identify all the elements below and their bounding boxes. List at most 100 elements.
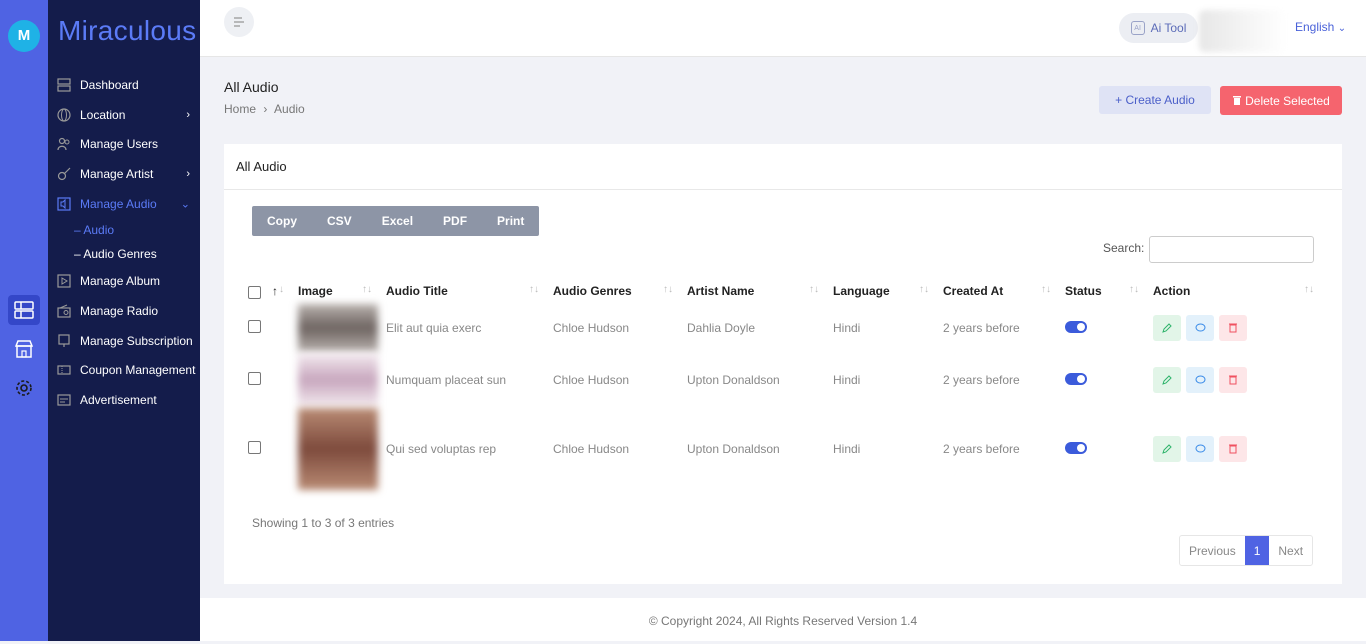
delete-button[interactable] [1219,314,1247,341]
sidebar-item-manage-artist[interactable]: Manage Artist › [48,159,200,189]
image-cell [290,304,378,352]
column-header-status[interactable]: Status ↑↓ [1057,278,1145,304]
sidebar-subitem-audio[interactable]: – Audio [48,218,200,242]
table-row: Numquam placeat sun Chloe Hudson Upton D… [240,352,1320,408]
sidebar-item-manage-users[interactable]: Manage Users [48,129,200,159]
export-copy-button[interactable]: Copy [252,206,312,236]
ai-icon: AI [1130,21,1145,35]
language-selector[interactable]: English ⌄ [1295,20,1346,34]
sidebar-subitem-audio-genres[interactable]: – Audio Genres [48,242,200,266]
sidebar-item-dashboard[interactable]: Dashboard [48,70,200,100]
audio-genre-cell: Chloe Hudson [553,442,630,456]
select-all-header [240,278,262,304]
users-icon [56,136,72,152]
status-toggle[interactable] [1065,441,1087,454]
column-header-audio-genres[interactable]: Audio Genres ↑↓ [545,278,679,304]
ai-tool-button[interactable]: AI Ai Tool [1119,13,1198,43]
table-header-row: ↑ ↓ Image ↑↓ Audio Title ↑↓ Audio Genres ↑↓ … [240,278,1320,304]
edit-button[interactable] [1153,367,1181,394]
column-header-artist-name[interactable]: Artist Name ↑↓ [679,278,825,304]
edit-button[interactable] [1153,436,1181,463]
sidebar-item-advertisement[interactable]: Advertisement [48,385,200,415]
chevron-right-icon: › [186,167,190,180]
breadcrumb-home[interactable]: Home [224,102,256,116]
delete-button[interactable] [1219,366,1247,393]
audio-icon [56,196,72,212]
column-header-language[interactable]: Language ↑↓ [825,278,935,304]
column-header-audio-title[interactable]: Audio Title ↑↓ [378,278,545,304]
export-excel-button[interactable]: Excel [367,206,428,236]
sort-icon: ↑↓ [809,284,819,295]
breadcrumb: Home › Audio [224,102,305,116]
delete-selected-button[interactable]: Delete Selected [1220,86,1342,115]
comment-button[interactable] [1186,436,1214,463]
select-all-checkbox[interactable] [248,286,261,299]
column-header-created-at[interactable]: Created At ↑↓ [935,278,1057,304]
export-pdf-button[interactable]: PDF [428,206,482,236]
audio-thumbnail[interactable] [298,304,378,352]
language-cell: Hindi [833,321,861,335]
sidebar-item-label: Manage Users [80,137,159,152]
delete-selected-label: Delete Selected [1245,93,1330,108]
column-header-index[interactable]: ↑ ↓ [262,278,290,304]
language-cell: Hindi [833,373,861,387]
sidebar-item-label: Dashboard [80,77,139,92]
edit-button[interactable] [1153,315,1181,342]
audio-thumbnail[interactable] [298,354,378,406]
artist-name-cell: Upton Donaldson [687,442,780,456]
sidebar-item-coupon-management[interactable]: Coupon Management [48,356,200,386]
pagination-next[interactable]: Next [1269,536,1312,565]
row-checkbox[interactable] [248,320,261,333]
sidebar-item-manage-album[interactable]: Manage Album [48,266,200,296]
sidebar-item-label: Coupon Management [80,363,196,378]
row-select-cell [240,304,262,352]
menu-toggle-button[interactable] [224,7,254,37]
sort-icon: ↑↓ [529,284,539,295]
artist-name-cell: Dahlia Doyle [687,321,756,335]
row-select-cell [240,408,262,490]
comment-icon [1195,375,1205,384]
sidebar-item-label: Manage Radio [80,303,159,318]
trash-icon [1229,323,1237,333]
column-header-image[interactable]: Image ↑↓ [290,278,378,304]
row-checkbox[interactable] [248,372,261,385]
dashboard-grid-icon[interactable] [8,295,40,325]
sidebar-item-label: Manage Subscription [80,333,193,348]
user-profile-avatar[interactable] [1199,10,1287,52]
comment-button[interactable] [1186,315,1214,342]
footer-copyright: © Copyright 2024, All Rights Reserved Ve… [200,598,1366,641]
row-checkbox[interactable] [248,441,261,454]
pencil-icon [1162,444,1172,455]
pagination-previous[interactable]: Previous [1180,536,1245,565]
search-label: Search: [1103,241,1145,255]
audio-genre-cell: Chloe Hudson [553,321,630,335]
export-print-button[interactable]: Print [482,206,539,236]
status-toggle[interactable] [1065,372,1087,385]
audio-thumbnail[interactable] [298,408,378,490]
page-title: All Audio [224,79,279,95]
icon-rail: M [0,0,48,641]
export-csv-button[interactable]: CSV [312,206,367,236]
sidebar-item-manage-radio[interactable]: Manage Radio [48,296,200,326]
status-cell [1057,352,1145,408]
sidebar-item-manage-audio[interactable]: Manage Audio ⌄ [48,189,200,219]
artist-name-cell: Upton Donaldson [687,373,780,387]
trash-icon [1233,96,1242,105]
sidebar-item-label: Location [80,107,126,122]
status-toggle[interactable] [1065,320,1087,333]
pagination: Previous 1 Next [1179,535,1314,566]
create-audio-button[interactable]: + Create Audio [1099,86,1211,114]
store-icon[interactable] [8,334,40,364]
comment-button[interactable] [1186,367,1214,394]
created-at-cell: 2 years before [943,373,1020,387]
pagination-page-1[interactable]: 1 [1244,536,1270,565]
action-cell [1145,352,1320,408]
sidebar-item-location[interactable]: Location › [48,100,200,130]
column-header-action[interactable]: Action ↑↓ [1145,278,1320,304]
delete-button[interactable] [1219,435,1247,462]
sidebar-item-manage-subscription[interactable]: Manage Subscription [48,326,200,356]
gear-icon[interactable] [8,373,40,403]
breadcrumb-current: Audio [274,102,305,116]
search-input[interactable] [1149,236,1314,263]
dashboard-icon [56,77,72,93]
